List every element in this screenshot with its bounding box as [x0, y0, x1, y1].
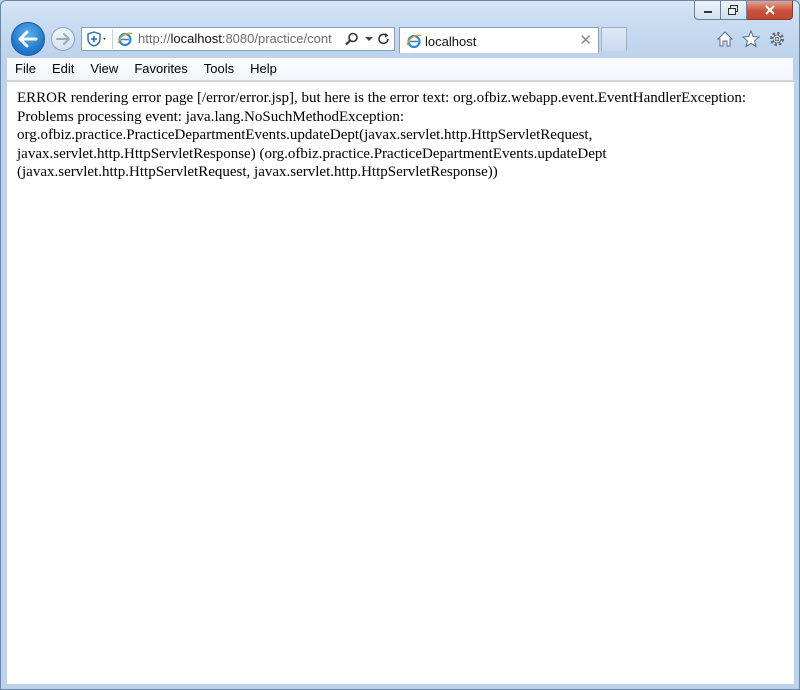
ie-page-icon	[117, 30, 133, 48]
menu-file[interactable]: File	[7, 59, 44, 79]
search-icon[interactable]	[344, 30, 360, 48]
close-window-icon	[764, 5, 775, 15]
command-icons	[715, 29, 787, 49]
menu-edit[interactable]: Edit	[44, 59, 82, 79]
back-arrow-icon	[18, 30, 38, 48]
new-tab-button[interactable]	[601, 27, 627, 51]
security-dropdown[interactable]	[84, 29, 113, 49]
address-url[interactable]: http://localhost:8080/practice/cont	[138, 31, 343, 46]
minimize-icon	[703, 11, 712, 13]
shield-plus-icon	[87, 31, 106, 47]
back-button[interactable]	[11, 22, 45, 56]
menu-favorites[interactable]: Favorites	[126, 59, 195, 79]
restore-icon	[728, 5, 738, 15]
window-caption-buttons	[694, 1, 793, 20]
close-icon[interactable]: ✕	[579, 31, 592, 49]
menu-help[interactable]: Help	[242, 59, 285, 79]
chevron-down-icon[interactable]	[361, 30, 377, 48]
forward-arrow-icon	[56, 33, 70, 45]
maximize-button[interactable]	[721, 1, 747, 20]
menu-bar: File Edit View Favorites Tools Help	[7, 58, 793, 81]
close-window-button[interactable]	[747, 1, 793, 20]
navigation-bar: http://localhost:8080/practice/cont loca…	[1, 19, 799, 59]
address-bar[interactable]: http://localhost:8080/practice/cont	[81, 27, 395, 51]
url-path: :8080/practice/cont	[221, 31, 332, 46]
home-icon[interactable]	[715, 29, 735, 49]
forward-button[interactable]	[51, 27, 75, 51]
star-icon[interactable]	[741, 29, 761, 49]
url-prefix: http://	[138, 31, 171, 46]
menu-tools[interactable]: Tools	[196, 59, 242, 79]
minimize-button[interactable]	[694, 1, 721, 20]
menu-view[interactable]: View	[82, 59, 126, 79]
gear-icon[interactable]	[767, 29, 787, 49]
refresh-icon[interactable]	[376, 30, 392, 48]
error-message: ERROR rendering error page [/error/error…	[17, 90, 747, 180]
tab-title: localhost	[425, 34, 477, 49]
tab-localhost[interactable]: localhost ✕	[399, 27, 599, 53]
browser-window: http://localhost:8080/practice/cont loca…	[0, 0, 800, 690]
page-content: ERROR rendering error page [/error/error…	[7, 81, 794, 684]
url-host: localhost	[170, 31, 222, 46]
ie-tab-icon	[406, 33, 422, 54]
